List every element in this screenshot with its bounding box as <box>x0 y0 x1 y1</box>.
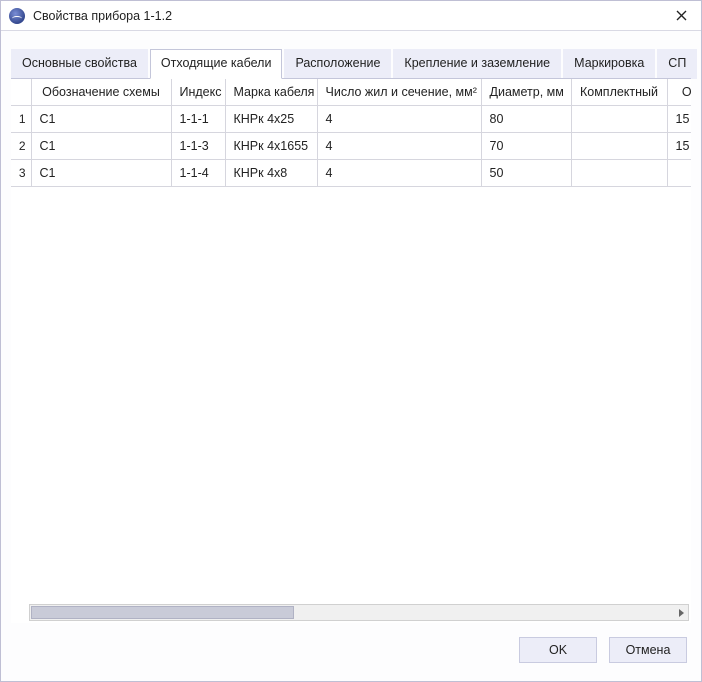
cell-scheme[interactable]: C1 <box>31 133 171 160</box>
row-number: 3 <box>11 160 31 187</box>
scroll-right-icon[interactable] <box>674 606 688 619</box>
cell-ogr[interactable]: 15 <box>667 133 691 160</box>
tab-outgoing-cables[interactable]: Отходящие кабели <box>150 49 283 79</box>
table-header-row: Обозначение схемы Индекс Марка кабеля Чи… <box>11 79 691 106</box>
cell-index[interactable]: 1-1-4 <box>171 160 225 187</box>
row-number: 2 <box>11 133 31 160</box>
tab-sp[interactable]: СП <box>657 49 697 79</box>
cancel-button[interactable]: Отмена <box>609 637 687 663</box>
cell-kit[interactable] <box>571 133 667 160</box>
cell-diameter[interactable]: 80 <box>481 106 571 133</box>
titlebar: Свойства прибора 1-1.2 <box>1 1 701 31</box>
cell-ogr[interactable] <box>667 160 691 187</box>
cell-diameter[interactable]: 50 <box>481 160 571 187</box>
app-icon <box>9 8 25 24</box>
cell-brand[interactable]: КНРк 4х25 <box>225 106 317 133</box>
window-title: Свойства прибора 1-1.2 <box>33 9 669 23</box>
dialog-footer: OK Отмена <box>1 623 701 663</box>
header-kit[interactable]: Комплектный <box>571 79 667 106</box>
cell-brand[interactable]: КНРк 4х1655 <box>225 133 317 160</box>
cell-scheme[interactable]: C1 <box>31 160 171 187</box>
tab-main-properties[interactable]: Основные свойства <box>11 49 148 79</box>
horizontal-scrollbar[interactable] <box>29 604 689 621</box>
header-scheme[interactable]: Обозначение схемы <box>31 79 171 106</box>
table-row[interactable]: 1 C1 1-1-1 КНРк 4х25 4 80 15 <box>11 106 691 133</box>
cell-scheme[interactable]: C1 <box>31 106 171 133</box>
cell-index[interactable]: 1-1-1 <box>171 106 225 133</box>
tab-mount-ground[interactable]: Крепление и заземление <box>393 49 561 79</box>
cell-cores[interactable]: 4 <box>317 133 481 160</box>
cables-table[interactable]: Обозначение схемы Индекс Марка кабеля Чи… <box>11 79 691 187</box>
cell-cores[interactable]: 4 <box>317 160 481 187</box>
header-diameter[interactable]: Диаметр, мм <box>481 79 571 106</box>
row-number: 1 <box>11 106 31 133</box>
ok-button[interactable]: OK <box>519 637 597 663</box>
cell-brand[interactable]: КНРк 4х8 <box>225 160 317 187</box>
header-brand[interactable]: Марка кабеля <box>225 79 317 106</box>
cell-ogr[interactable]: 15 <box>667 106 691 133</box>
table-row[interactable]: 3 C1 1-1-4 КНРк 4х8 4 50 <box>11 160 691 187</box>
tab-marking[interactable]: Маркировка <box>563 49 655 79</box>
header-corner <box>11 79 31 106</box>
close-icon <box>676 10 687 21</box>
cell-index[interactable]: 1-1-3 <box>171 133 225 160</box>
header-index[interactable]: Индекс <box>171 79 225 106</box>
header-cores[interactable]: Число жил и сечение, мм² <box>317 79 481 106</box>
cell-diameter[interactable]: 70 <box>481 133 571 160</box>
close-button[interactable] <box>669 4 693 28</box>
cell-kit[interactable] <box>571 160 667 187</box>
header-ogr[interactable]: Огра <box>667 79 691 106</box>
grid-panel: Обозначение схемы Индекс Марка кабеля Чи… <box>11 78 691 623</box>
table-row[interactable]: 2 C1 1-1-3 КНРк 4х1655 4 70 15 <box>11 133 691 160</box>
cell-kit[interactable] <box>571 106 667 133</box>
grid-scroll: Обозначение схемы Индекс Марка кабеля Чи… <box>11 79 691 599</box>
tab-location[interactable]: Расположение <box>284 49 391 79</box>
cell-cores[interactable]: 4 <box>317 106 481 133</box>
tab-bar: Основные свойства Отходящие кабели Распо… <box>11 49 695 79</box>
scrollbar-thumb[interactable] <box>31 606 294 619</box>
